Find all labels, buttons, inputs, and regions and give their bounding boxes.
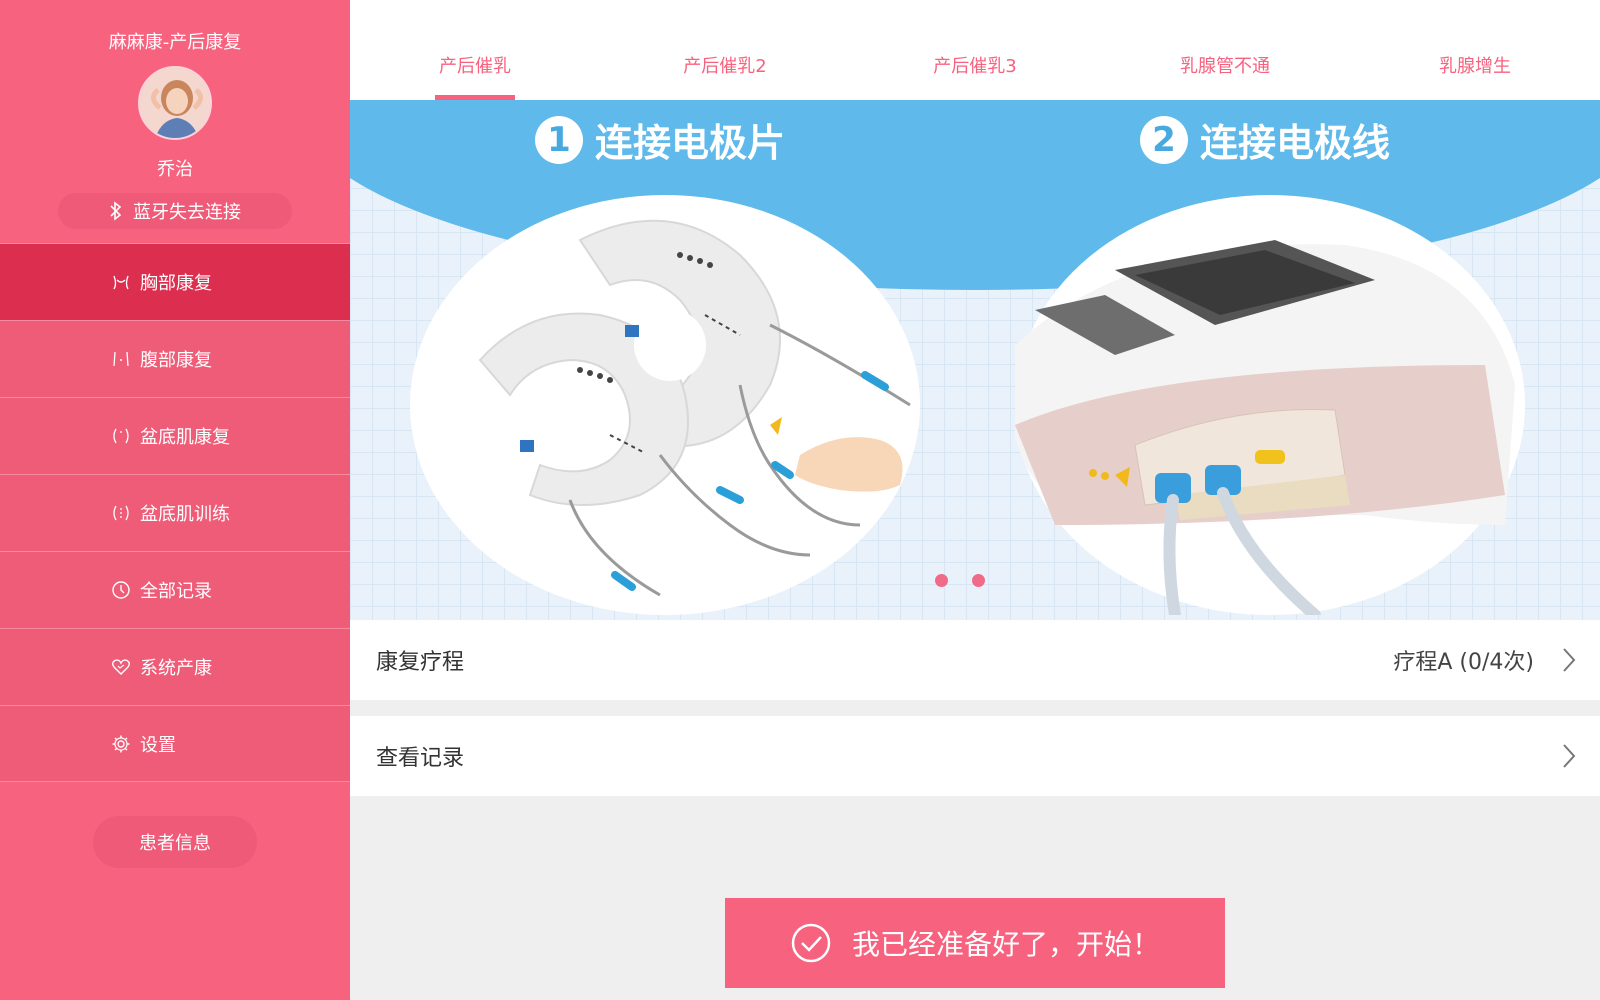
sidebar-item-label: 盆底肌训练 [140,504,230,525]
main-content: 产后催乳 产后催乳2 产后催乳3 乳腺管不通 乳腺增生 1 连接电极片 2 连接… [350,0,1600,1000]
sidebar: 麻麻康-产后康复 乔治 蓝牙失去连接 胸部康复 腹部康复 盆底肌康复 盆底肌训练… [0,0,350,1000]
abdomen-icon [110,348,132,370]
avatar[interactable] [138,66,212,140]
start-button[interactable]: 我已经准备好了，开始！ [725,898,1225,988]
step-2: 2 连接电极线 [1140,112,1390,167]
view-records-row[interactable]: 查看记录 [350,716,1600,796]
sidebar-item-settings[interactable]: 设置 [0,705,350,782]
user-name: 乔治 [157,159,193,180]
bluetooth-icon [110,201,122,221]
sidebar-item-all-records[interactable]: 全部记录 [0,551,350,628]
bluetooth-status-label: 蓝牙失去连接 [133,202,241,223]
sidebar-item-label: 设置 [140,734,176,756]
step-1: 1 连接电极片 [535,112,785,167]
sidebar-item-label: 盆底肌康复 [140,427,230,448]
sidebar-menu: 胸部康复 腹部康复 盆底肌康复 盆底肌训练 全部记录 系统产康 设置 [0,243,350,782]
step-2-number: 2 [1140,115,1188,164]
sidebar-item-label: 系统产康 [140,658,212,679]
bluetooth-status[interactable]: 蓝牙失去连接 [58,193,292,229]
patient-info-button[interactable]: 患者信息 [93,816,257,868]
course-label: 康复疗程 [376,650,465,675]
tab-blocked-duct[interactable]: 乳腺管不通 [1100,0,1350,100]
carousel-dot-2[interactable] [972,574,985,587]
check-circle-icon [791,923,831,963]
view-records-label: 查看记录 [376,746,465,771]
chevron-right-icon [1563,648,1576,672]
device-connection-illustration [1015,195,1525,620]
sidebar-item-label: 胸部康复 [140,273,212,294]
pelvic-icon [110,425,132,447]
step-2-title: 连接电极线 [1200,121,1391,165]
course-value: 疗程A (0/4次) [1393,650,1534,675]
chevron-right-icon [1563,744,1576,768]
tab-postpartum-lactation-2[interactable]: 产后催乳2 [600,0,850,100]
clock-icon [110,579,132,601]
chest-icon [110,271,132,293]
carousel-dot-1[interactable] [935,574,948,587]
sidebar-item-label: 腹部康复 [140,350,212,371]
pelvic-training-icon [110,502,132,524]
sidebar-item-abdomen[interactable]: 腹部康复 [0,320,350,397]
carousel-indicator[interactable] [935,574,985,587]
sidebar-item-chest[interactable]: 胸部康复 [0,243,350,320]
sidebar-item-label: 全部记录 [140,581,212,602]
tab-breast-hyperplasia[interactable]: 乳腺增生 [1350,0,1600,100]
sidebar-item-system[interactable]: 系统产康 [0,628,350,705]
electrode-pads-illustration [410,195,920,615]
tab-bar: 产后催乳 产后催乳2 产后催乳3 乳腺管不通 乳腺增生 [350,0,1600,100]
sidebar-item-pelvic[interactable]: 盆底肌康复 [0,397,350,474]
start-button-label: 我已经准备好了，开始！ [851,928,1160,961]
app-title: 麻麻康-产后康复 [108,32,242,53]
instruction-banner[interactable]: 1 连接电极片 2 连接电极线 [350,100,1600,620]
gear-icon [110,733,132,755]
tab-postpartum-lactation-3[interactable]: 产后催乳3 [850,0,1100,100]
heart-icon [110,656,132,678]
sidebar-item-pelvic-training[interactable]: 盆底肌训练 [0,474,350,551]
tab-postpartum-lactation[interactable]: 产后催乳 [350,0,600,100]
course-row[interactable]: 康复疗程 疗程A (0/4次) [350,620,1600,700]
step-1-title: 连接电极片 [595,121,786,165]
step-1-number: 1 [535,115,583,164]
